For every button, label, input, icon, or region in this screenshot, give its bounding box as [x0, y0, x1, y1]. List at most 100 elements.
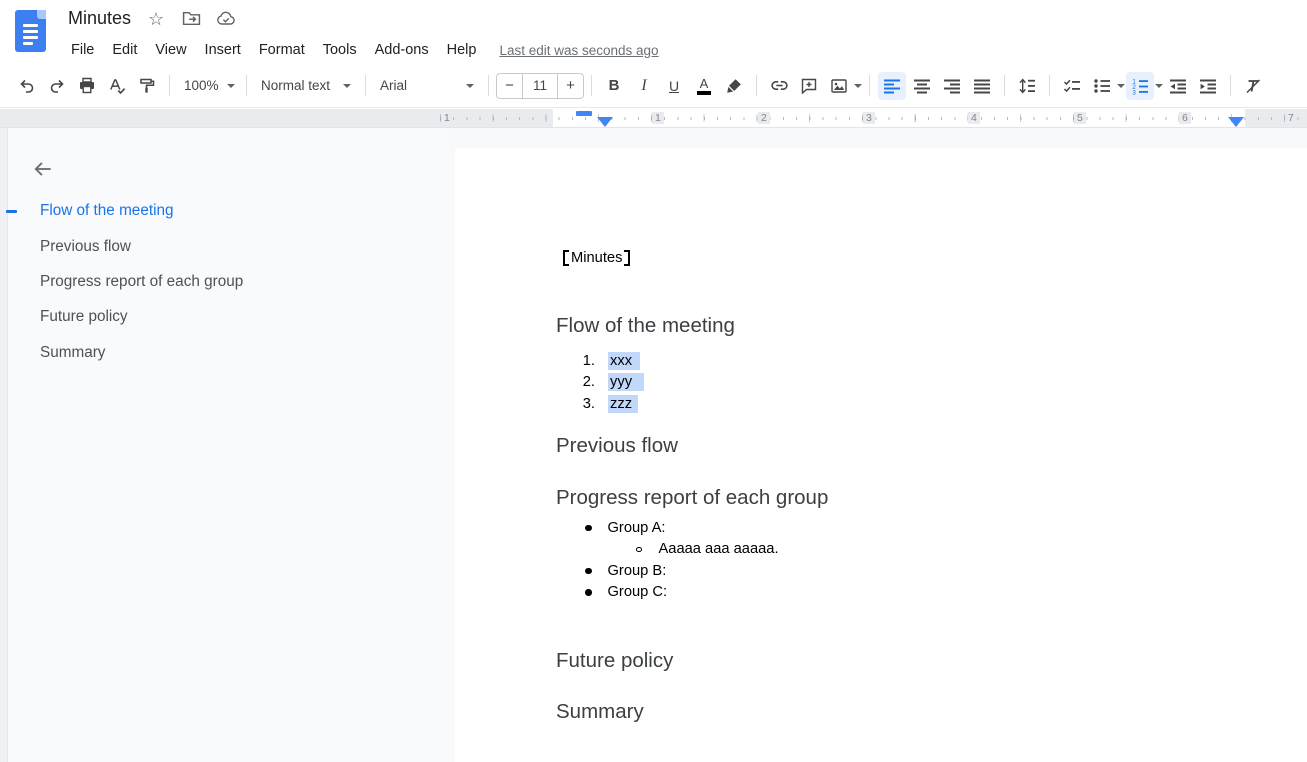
highlight-color-button[interactable] [720, 72, 748, 100]
zoom-select[interactable]: 100% [177, 72, 239, 100]
list-text[interactable]: Group A: [608, 520, 666, 536]
decrease-indent-button[interactable] [1164, 72, 1192, 100]
list-item: Group C: [585, 582, 779, 604]
paragraph-style-select[interactable]: Normal text [254, 72, 358, 100]
list-item: 2. yyy [580, 372, 644, 394]
last-edit-link[interactable]: Last edit was seconds ago [499, 43, 658, 58]
left-indent-marker[interactable] [597, 117, 613, 127]
menu-addons[interactable]: Add-ons [366, 39, 438, 61]
print-button[interactable] [73, 72, 101, 100]
menu-help[interactable]: Help [438, 39, 486, 61]
menu-bar: File Edit View Insert Format Tools Add-o… [62, 39, 659, 61]
chevron-down-icon [227, 84, 235, 88]
align-right-button[interactable] [938, 72, 966, 100]
heading-flow-of-the-meeting[interactable]: Flow of the meeting [556, 314, 735, 338]
ruler-number: 5 [1074, 112, 1086, 124]
ruler-number: 1 [441, 112, 453, 124]
outline-item-summary[interactable]: Summary [40, 344, 105, 362]
list-number: 3. [580, 396, 595, 412]
list-number: 2. [580, 374, 595, 390]
font-family-select[interactable]: Arial [373, 72, 481, 100]
font-size-control: − 11 + [496, 73, 584, 99]
document-outline-panel: Flow of the meeting Previous flow Progre… [8, 128, 450, 762]
numbered-list[interactable]: 1. xxx 2. yyy 3. zzz [580, 350, 644, 415]
outline-item-progress-report[interactable]: Progress report of each group [40, 273, 243, 291]
italic-button[interactable]: I [630, 72, 658, 100]
ruler-number: 3 [863, 112, 875, 124]
heading-progress-report[interactable]: Progress report of each group [556, 486, 828, 510]
redo-button[interactable] [43, 72, 71, 100]
bold-button[interactable]: B [600, 72, 628, 100]
increase-indent-button[interactable] [1194, 72, 1222, 100]
increase-font-size-button[interactable]: + [558, 74, 583, 98]
spelling-check-button[interactable] [103, 72, 131, 100]
paint-format-button[interactable] [133, 72, 161, 100]
outline-item-previous-flow[interactable]: Previous flow [40, 238, 131, 256]
ruler-number: 4 [968, 112, 980, 124]
ruler-number: 1 [652, 112, 664, 124]
hollow-bullet-icon [636, 547, 642, 553]
outline-item-flow-of-the-meeting[interactable]: Flow of the meeting [40, 202, 174, 220]
bulleted-list[interactable]: Group A: Aaaaa aaa aaaaa. Group B: Group… [585, 517, 779, 603]
align-center-button[interactable] [908, 72, 936, 100]
document-status-cloud-icon[interactable] [216, 9, 236, 29]
selected-text[interactable]: zzz [608, 395, 638, 413]
selected-text[interactable]: xxx [608, 352, 640, 370]
list-item: 3. zzz [580, 393, 644, 415]
text-color-button[interactable]: A [690, 72, 718, 100]
menu-view[interactable]: View [146, 39, 195, 61]
horizontal-ruler[interactable]: 1 1 2 3 4 5 6 7 [0, 109, 1307, 128]
numbered-list-options-caret[interactable] [1155, 84, 1163, 88]
list-text[interactable]: Group C: [608, 584, 668, 600]
right-indent-marker[interactable] [1228, 117, 1244, 127]
google-docs-window: Minutes ☆ File Edit View Insert Format T [0, 0, 1307, 762]
numbered-list-button[interactable]: 1 2 3 [1126, 72, 1154, 100]
menu-insert[interactable]: Insert [196, 39, 250, 61]
menu-format[interactable]: Format [250, 39, 314, 61]
toolbar: 100% Normal text Arial − 11 + B I U A [0, 64, 1307, 108]
heading-summary[interactable]: Summary [556, 700, 644, 724]
font-size-value[interactable]: 11 [522, 74, 558, 98]
list-text[interactable]: Aaaaa aaa aaaaa. [659, 541, 779, 557]
justify-button[interactable] [968, 72, 996, 100]
list-item: Aaaaa aaa aaaaa. [585, 539, 779, 561]
menu-edit[interactable]: Edit [103, 39, 146, 61]
ruler-number: 7 [1285, 112, 1297, 124]
document-title[interactable]: Minutes [68, 8, 131, 29]
clear-formatting-button[interactable] [1239, 72, 1267, 100]
doc-title-line[interactable]: Minutes [563, 250, 630, 266]
insert-link-button[interactable] [765, 72, 793, 100]
document-page[interactable]: Minutes Flow of the meeting 1. xxx 2. yy… [455, 148, 1307, 762]
checklist-button[interactable] [1058, 72, 1086, 100]
google-docs-logo-icon[interactable] [15, 10, 46, 52]
underline-button[interactable]: U [660, 72, 688, 100]
toolbar-divider [169, 75, 170, 96]
menu-tools[interactable]: Tools [314, 39, 366, 61]
image-options-caret[interactable] [854, 84, 862, 88]
list-item: Group B: [585, 560, 779, 582]
menu-file[interactable]: File [62, 39, 103, 61]
selected-text[interactable]: yyy [608, 373, 644, 391]
list-item: 1. xxx [580, 350, 644, 372]
add-comment-button[interactable] [795, 72, 823, 100]
move-to-folder-icon[interactable] [181, 9, 201, 29]
undo-button[interactable] [13, 72, 41, 100]
line-spacing-button[interactable] [1013, 72, 1041, 100]
bulleted-list-options-caret[interactable] [1117, 84, 1125, 88]
outline-active-indicator [6, 210, 17, 213]
bulleted-list-button[interactable] [1088, 72, 1116, 100]
bullet-icon [585, 589, 592, 596]
close-outline-button[interactable] [28, 154, 58, 184]
align-left-button[interactable] [878, 72, 906, 100]
lenticular-bracket-open [563, 250, 569, 266]
chevron-down-icon [343, 84, 351, 88]
heading-previous-flow[interactable]: Previous flow [556, 434, 678, 458]
insert-image-button[interactable] [825, 72, 853, 100]
outline-item-future-policy[interactable]: Future policy [40, 308, 128, 326]
star-icon[interactable]: ☆ [146, 9, 166, 29]
decrease-font-size-button[interactable]: − [497, 74, 522, 98]
heading-future-policy[interactable]: Future policy [556, 649, 673, 673]
list-text[interactable]: Group B: [608, 563, 667, 579]
ruler-number: 2 [758, 112, 770, 124]
first-line-indent-marker[interactable] [576, 111, 592, 116]
